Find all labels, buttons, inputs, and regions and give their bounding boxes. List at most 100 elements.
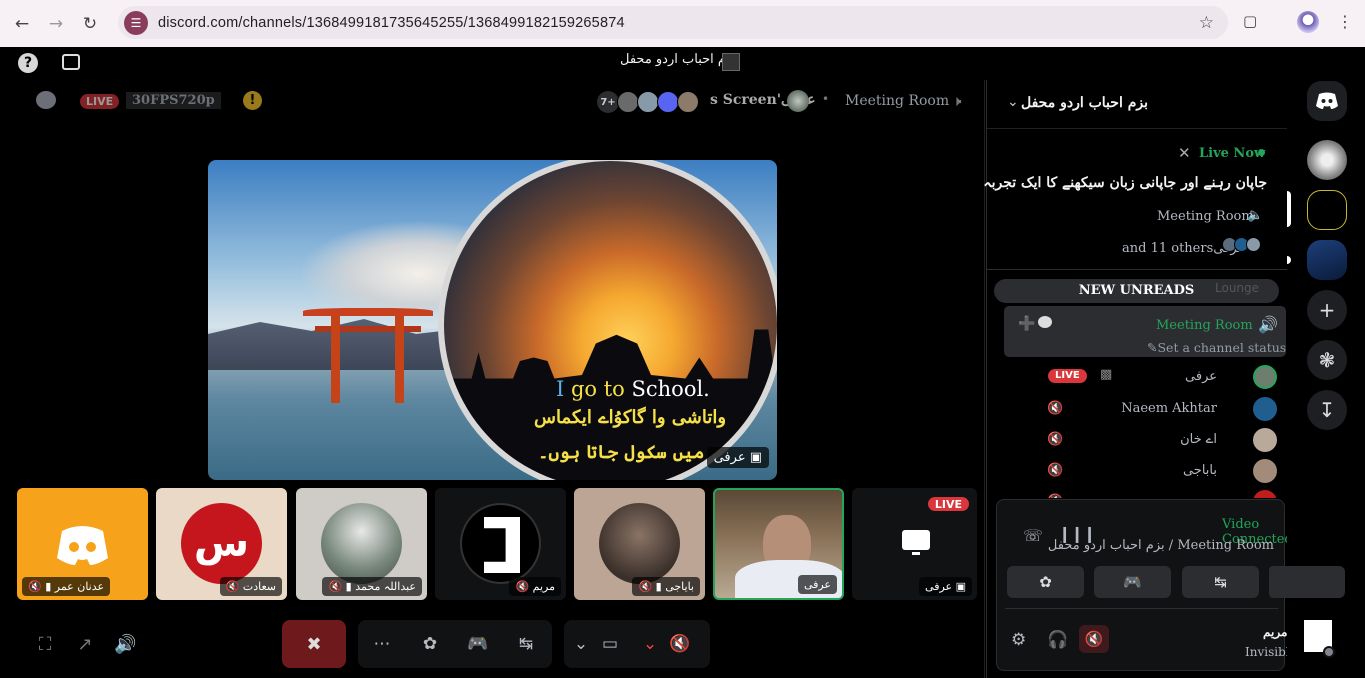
member-name: باباجی — [1182, 463, 1217, 478]
mic-muted-icon: 🔇 — [1047, 463, 1064, 478]
live-badge: LIVE — [80, 94, 120, 109]
popout-icon[interactable]: ↗ — [74, 634, 96, 656]
participant-tile-stream[interactable]: LIVE عرفی ▣ — [852, 488, 977, 600]
channel-status[interactable]: ✎Set a channel status — [1147, 340, 1286, 355]
main-stream-video[interactable]: I go to School. واتاشی وا گاکوُاے ایکماس… — [208, 160, 777, 480]
share-screen-icon[interactable]: ↹ — [514, 632, 538, 656]
live-room: Meeting Room — [1157, 209, 1254, 224]
avatar: س — [181, 503, 262, 584]
live-badge: LIVE — [1048, 369, 1087, 383]
disconnect-icon[interactable]: ☏ — [1023, 526, 1043, 545]
participant-tile[interactable]: 🔇 ▮ عدنان عمر — [17, 488, 148, 600]
back-icon[interactable]: ← — [10, 12, 34, 36]
discover-icon[interactable]: ❃ — [1307, 340, 1347, 380]
live-dot — [1258, 149, 1265, 156]
site-info-icon[interactable]: ☰ — [124, 10, 148, 35]
server-icon-yinyang[interactable] — [1307, 140, 1347, 180]
voice-member[interactable]: 🔇 باباجی — [987, 457, 1287, 485]
profile-icon[interactable] — [1297, 11, 1319, 33]
member-name: Naeem Akhtar — [1121, 401, 1217, 416]
avatar — [1253, 490, 1277, 498]
discord-logo-icon — [42, 503, 123, 584]
viewer-avatar — [677, 91, 699, 113]
download-icon[interactable]: ↧ — [1307, 390, 1347, 430]
chat-icon[interactable] — [36, 91, 56, 109]
video-torii-gate — [303, 308, 433, 403]
camera-icon: ▩ — [1100, 367, 1113, 382]
warning-icon[interactable]: ! — [243, 91, 262, 110]
participant-tile[interactable]: 🔇 ▮ عبداللہ محمد — [296, 488, 427, 600]
server-header[interactable]: ⌄ بزم احباب اردو محفل — [987, 80, 1287, 129]
mic-muted-button[interactable]: 🔇 — [1079, 625, 1109, 653]
participant-tile[interactable]: 🔇 ▮ بایاجی — [574, 488, 705, 600]
participant-tile[interactable]: س 🔇 سعادت — [156, 488, 287, 600]
close-icon[interactable]: ✕ — [1178, 144, 1191, 162]
member-name: اے خان — [1180, 432, 1217, 447]
camera-off-button[interactable] — [1269, 566, 1345, 598]
video-sunset-circle — [438, 160, 777, 480]
help-icon[interactable]: ? — [18, 53, 38, 73]
host-avatar — [787, 90, 809, 112]
menu-icon[interactable]: ⋮ — [1337, 12, 1353, 31]
server-name: بزم احباب اردو محفل — [1021, 95, 1148, 111]
soundboard-button[interactable]: ✿ — [1007, 566, 1084, 598]
live-now-card[interactable]: ✕ Live Now جاپان رہنے اور جاپانی زبان سی… — [983, 130, 1287, 270]
quality-badge: 30FPS720p — [126, 92, 221, 109]
participant-tile-speaking[interactable]: عرفی — [713, 488, 844, 600]
room-name: Meeting Room — [845, 93, 950, 109]
reload-icon[interactable]: ↻ — [78, 12, 102, 36]
chevron-down-icon[interactable]: ⌄ — [1007, 94, 1019, 110]
extensions-icon[interactable]: ▢ — [1243, 12, 1263, 32]
voice-member[interactable]: 🔇 — [987, 488, 1287, 498]
headphones-icon[interactable]: 🎧 — [1047, 630, 1068, 650]
voice-channel-meeting-room[interactable]: ➕ Meeting Room 🔊 ✎Set a channel status — [1004, 306, 1286, 357]
voice-member[interactable]: 🔇 اے خان — [987, 426, 1287, 454]
avatar — [321, 503, 402, 584]
participant-tile[interactable]: 🔇 مریم — [435, 488, 566, 600]
server-icon-urdu[interactable] — [1307, 240, 1347, 280]
viewer-list[interactable]: 7+ — [597, 91, 699, 113]
stop-stream-button[interactable]: ✖ — [282, 620, 346, 668]
chevron-down-icon[interactable]: ⌄ — [638, 632, 662, 656]
mic-muted-icon[interactable]: 🔇 — [668, 632, 692, 656]
address-bar[interactable]: ☰ discord.com/channels/13684991817356452… — [118, 6, 1228, 39]
mic-muted-icon: 🔇 — [1047, 401, 1064, 416]
chevron-down-icon[interactable]: ⌄ — [569, 632, 593, 656]
forward-icon[interactable]: → — [44, 12, 68, 36]
activity-controls: ⋯ ✿ 🎮 ↹ — [358, 620, 552, 668]
tile-name: 🔇 مریم — [509, 577, 561, 596]
volume-icon[interactable]: 🔊 — [114, 634, 136, 656]
share-screen-button[interactable]: ↹ — [1182, 566, 1259, 598]
server-icon-bazm[interactable] — [1307, 190, 1347, 230]
voice-member[interactable]: LIVE ▩ عرفی — [987, 363, 1287, 391]
avatar — [1253, 365, 1277, 389]
soundboard-icon[interactable]: ✿ — [418, 632, 442, 656]
browser-toolbar: ← → ↻ ☰ discord.com/channels/13684991817… — [0, 0, 1365, 47]
add-server-icon[interactable]: + — [1307, 290, 1347, 330]
stage-header: LIVE 30FPS720p ! 7+ s Screen'عرفی • Meet… — [0, 80, 985, 124]
connection-path[interactable]: بزم احباب اردو محفل / Meeting Room — [1048, 538, 1274, 553]
voice-member[interactable]: 🔇 Naeem Akhtar — [987, 395, 1287, 423]
more-icon[interactable]: ⋯ — [370, 632, 394, 656]
star-icon[interactable]: ☆ — [1199, 13, 1214, 33]
live-topic: جاپان رہنے اور جاپانی زبان سیکھنے کا ایک… — [983, 175, 1267, 191]
gear-icon[interactable]: ⚙ — [1011, 630, 1026, 650]
activities-icon[interactable]: 🎮 — [466, 632, 490, 656]
camera-off-icon[interactable]: ▭ — [598, 632, 622, 656]
inbox-icon[interactable] — [62, 54, 80, 70]
divider — [1005, 608, 1278, 609]
chat-icon[interactable] — [1038, 316, 1052, 328]
activities-button[interactable]: 🎮 — [1094, 566, 1171, 598]
volume-icon[interactable]: 🕨 — [952, 92, 968, 110]
url-text[interactable]: discord.com/channels/1368499181735645255… — [158, 15, 625, 31]
direct-messages-icon[interactable] — [1307, 81, 1347, 121]
stage-controls: ⛶ ↗ 🔊 ✖ ⋯ ✿ 🎮 ↹ ⌄ ▭ ⌄ 🔇 — [0, 618, 985, 678]
lounge-channel[interactable]: Lounge — [1215, 281, 1259, 295]
avatar — [1253, 459, 1277, 483]
viewer-count: 7+ — [597, 91, 619, 113]
fullscreen-icon[interactable]: ⛶ — [34, 634, 56, 656]
invite-icon[interactable]: ➕ — [1018, 316, 1035, 332]
viewer-avatar — [657, 91, 679, 113]
tile-name: 🔇 ▮ بایاجی — [632, 577, 700, 596]
tile-name: عرفی — [797, 575, 837, 594]
